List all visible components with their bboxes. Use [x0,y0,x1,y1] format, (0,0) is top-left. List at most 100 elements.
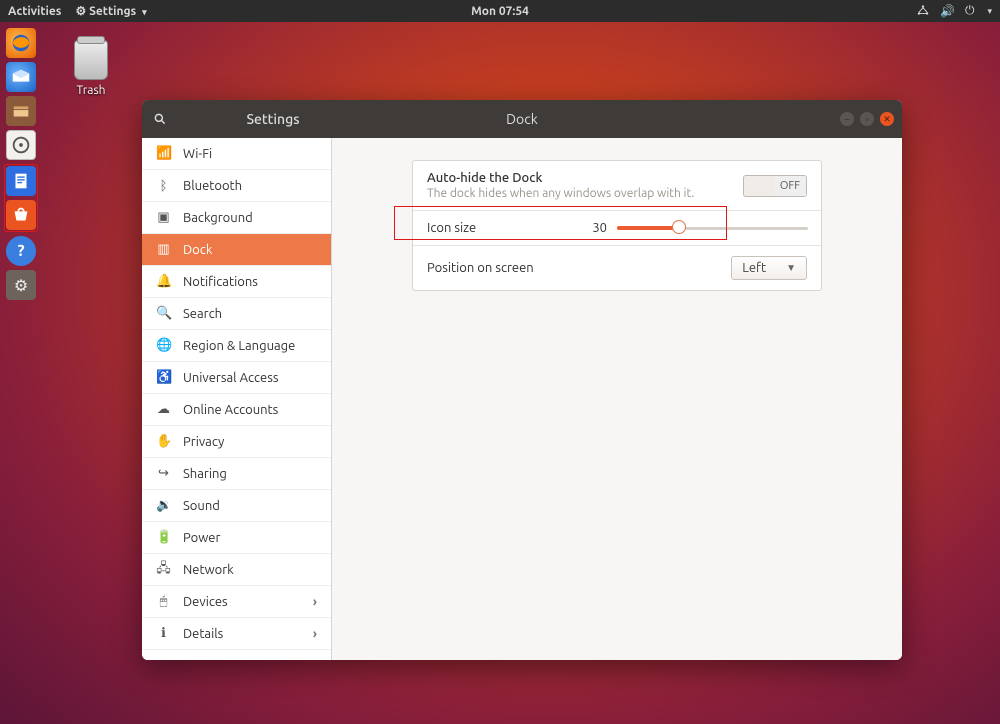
title-left: Settings [178,111,368,127]
activities-button[interactable]: Activities [8,5,61,18]
sound-icon: 🔉 [156,498,171,513]
sidebar-item-bluetooth[interactable]: ᛒBluetooth [142,170,331,202]
devices-icon: 🖱 [156,594,171,609]
dock-icon-thunderbird[interactable] [6,62,36,92]
sidebar-item-devices[interactable]: 🖱 Devices › [142,586,331,618]
dock: ? ⚙ [0,22,42,724]
sidebar-item-label: Sharing [183,467,227,481]
switch-track [744,176,774,196]
dock-icon: ▥ [156,242,171,257]
clock[interactable]: Mon 07:54 [471,5,529,18]
sidebar-item-label: Sound [183,499,220,513]
sidebar-item-label: Region & Language [183,339,295,353]
sidebar-item-online-accounts[interactable]: ☁ Online Accounts [142,394,331,426]
power-icon: 🔋 [156,530,171,545]
chevron-right-icon: › [313,595,317,609]
sidebar-item-notifications[interactable]: 🔔 Notifications [142,266,331,298]
caret-down-icon: ▾ [142,7,147,17]
sidebar-item-details[interactable]: ℹ Details › [142,618,331,650]
sidebar-item-label: Search [183,307,222,321]
sidebar-item-dock[interactable]: ▥ Dock [142,234,331,266]
close-button[interactable]: ✕ [880,112,894,126]
position-select[interactable]: Left ▼ [731,256,807,280]
power-icon[interactable]: ⏻ [965,4,975,18]
dock-icon-libreoffice-writer[interactable] [6,166,36,196]
titlebar[interactable]: Settings Dock – ▫ ✕ [142,100,902,138]
sound-icon[interactable]: 🔊 [940,4,955,18]
sidebar-item-network[interactable]: 🖧Network [142,554,331,586]
switch-label: OFF [774,176,806,196]
position-label: Position on screen [427,261,731,275]
details-icon: ℹ [156,626,171,641]
dock-highlight-annotation [4,164,38,232]
sidebar-item-region-language[interactable]: 🌐 Region & Language [142,330,331,362]
sidebar-item-label: Background [183,211,253,225]
dock-icon-settings[interactable]: ⚙ [6,270,36,300]
caret-down-icon: ▼ [786,262,796,274]
autohide-title: Auto-hide the Dock [427,171,743,185]
settings-sidebar: 📶 Wi-Fi ᛒBluetooth ▣ Background ▥ Dock 🔔 Notific… [142,138,332,660]
sidebar-item-label: Privacy [183,435,224,449]
trash-icon [74,40,108,80]
access-icon: ♿ [156,370,171,385]
minimize-button[interactable]: – [840,112,854,126]
window-body: 📶 Wi-Fi ᛒBluetooth ▣ Background ▥ Dock 🔔 Notific… [142,138,902,660]
icon-size-value: 30 [592,221,607,235]
top-panel: Activities ⚙ Settings ▾ Mon 07:54 🔊 ⏻ ▾ [0,0,1000,22]
sidebar-item-label: Devices [183,595,228,609]
cloud-icon: ☁ [156,402,171,417]
autohide-switch[interactable]: OFF [743,175,807,197]
sidebar-item-wi-fi[interactable]: 📶 Wi-Fi [142,138,331,170]
wifi-icon: 📶 [156,146,171,161]
network-icon: 🖧 [156,559,171,581]
sidebar-item-label: Wi-Fi [183,147,212,161]
sidebar-item-label: Details [183,627,223,641]
bell-icon: 🔔 [156,274,171,289]
hand-icon: ✋ [156,434,171,449]
slider-thumb[interactable] [672,220,686,234]
settings-content: Auto-hide the Dock The dock hides when a… [332,138,902,660]
bluetooth-icon: ᛒ [156,179,171,193]
slider-fill [617,226,677,230]
maximize-button[interactable]: ▫ [860,112,874,126]
icon-size-row: Icon size 30 [413,211,821,246]
dock-icon-firefox[interactable] [6,28,36,58]
sidebar-item-power[interactable]: 🔋 Power [142,522,331,554]
position-value: Left [742,261,766,275]
autohide-row: Auto-hide the Dock The dock hides when a… [413,161,821,211]
settings-icon: ⚙ [75,5,86,18]
sidebar-item-sound[interactable]: 🔉 Sound [142,490,331,522]
sidebar-item-universal-access[interactable]: ♿ Universal Access [142,362,331,394]
dock-icon-rhythmbox[interactable] [6,130,36,160]
dock-icon-help[interactable]: ? [6,236,36,266]
background-icon: ▣ [156,210,171,225]
sidebar-item-label: Universal Access [183,371,278,385]
sidebar-item-label: Dock [183,243,212,257]
settings-window: Settings Dock – ▫ ✕ 📶 Wi-Fi ᛒBluetooth ▣ Bac… [142,100,902,660]
share-icon: ↪ [156,466,171,481]
desktop-trash[interactable]: Trash [74,40,108,97]
sidebar-item-label: Notifications [183,275,258,289]
sidebar-item-search[interactable]: 🔍 Search [142,298,331,330]
search-icon: 🔍 [156,306,171,321]
position-row: Position on screen Left ▼ [413,246,821,290]
dock-settings-panel: Auto-hide the Dock The dock hides when a… [412,160,822,291]
autohide-desc: The dock hides when any windows overlap … [427,187,743,200]
dock-icon-ubuntu-software[interactable] [6,200,36,230]
system-menu-caret-icon[interactable]: ▾ [987,6,992,17]
chevron-right-icon: › [313,627,317,641]
sidebar-item-background[interactable]: ▣ Background [142,202,331,234]
dock-icon-files[interactable] [6,96,36,126]
network-icon[interactable] [916,4,930,19]
sidebar-item-label: Power [183,531,220,545]
trash-label: Trash [74,84,108,97]
sidebar-item-privacy[interactable]: ✋ Privacy [142,426,331,458]
icon-size-slider[interactable] [617,226,807,230]
search-button[interactable] [142,100,178,138]
title-center: Dock [506,111,538,127]
sidebar-item-sharing[interactable]: ↪ Sharing [142,458,331,490]
sidebar-item-label: Online Accounts [183,403,278,417]
globe-icon: 🌐 [156,338,171,353]
app-menu[interactable]: ⚙ Settings ▾ [73,4,146,18]
icon-size-label: Icon size [427,221,592,235]
